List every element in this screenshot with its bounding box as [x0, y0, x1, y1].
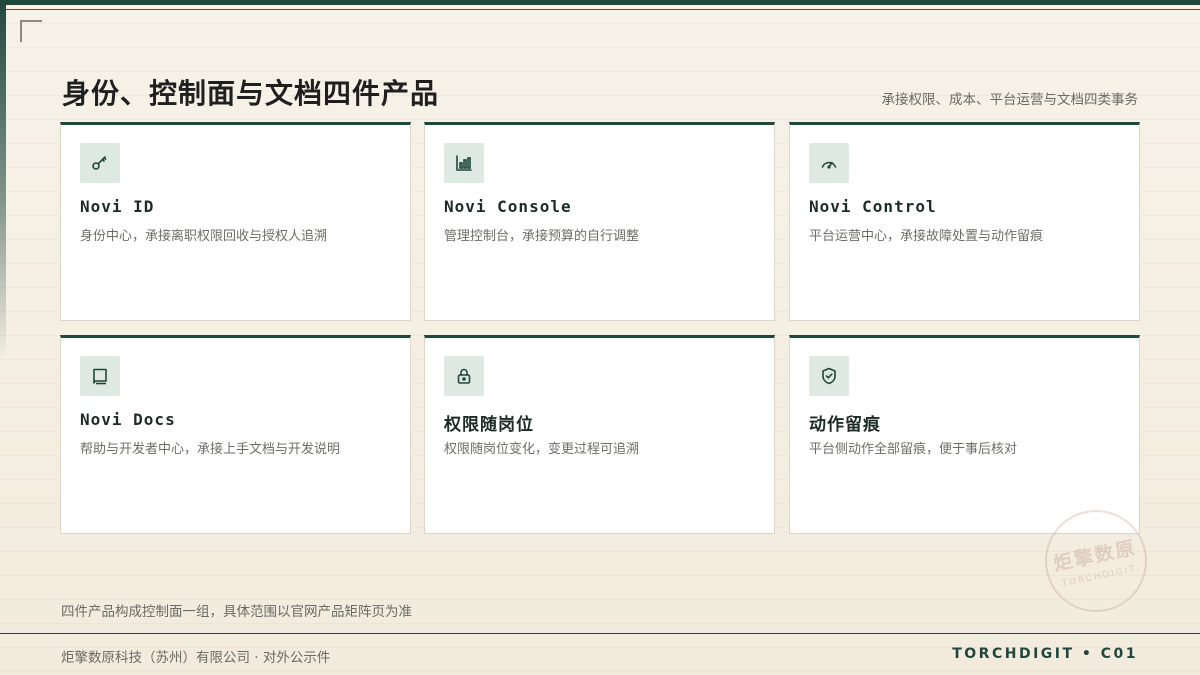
card-description: 平台侧动作全部留痕，便于事后核对 — [809, 442, 1018, 457]
footer-company: 炬擎数原科技（苏州）有限公司 · 对外公示件 — [61, 650, 331, 666]
card-description: 平台运营中心，承接故障处置与动作留痕 — [809, 229, 1044, 244]
corner-mark — [20, 20, 42, 42]
card-description: 权限随岗位变化，变更过程可追溯 — [444, 442, 640, 457]
shield-check-icon — [809, 356, 849, 396]
card-description: 管理控制台，承接预算的自行调整 — [444, 229, 640, 244]
left-accent-bar — [0, 0, 6, 360]
card-title: Novi ID — [80, 197, 155, 216]
key-icon — [80, 143, 120, 183]
product-card-novi-console: Novi Console 管理控制台，承接预算的自行调整 — [424, 122, 775, 321]
card-title: 权限随岗位 — [444, 415, 534, 435]
gauge-icon — [809, 143, 849, 183]
bar-chart-icon — [444, 143, 484, 183]
card-title: Novi Control — [809, 197, 937, 216]
card-description: 帮助与开发者中心，承接上手文档与开发说明 — [80, 442, 341, 457]
top-accent-bar — [0, 0, 1200, 5]
product-card-novi-control: Novi Control 平台运营中心，承接故障处置与动作留痕 — [789, 122, 1140, 321]
product-card-novi-docs: Novi Docs 帮助与开发者中心，承接上手文档与开发说明 — [60, 335, 411, 534]
product-card-novi-id: Novi ID 身份中心，承接离职权限回收与授权人追溯 — [60, 122, 411, 321]
card-title: 动作留痕 — [809, 415, 881, 435]
card-title: Novi Docs — [80, 410, 176, 429]
page-subtitle: 承接权限、成本、平台运营与文档四类事务 — [881, 92, 1139, 108]
card-description: 身份中心，承接离职权限回收与授权人追溯 — [80, 229, 328, 244]
feature-card-role-permissions: 权限随岗位 权限随岗位变化，变更过程可追溯 — [424, 335, 775, 534]
card-title: Novi Console — [444, 197, 572, 216]
footer-divider — [0, 633, 1200, 634]
page-title: 身份、控制面与文档四件产品 — [62, 77, 440, 110]
footer-code: TORCHDIGIT • C01 — [952, 646, 1138, 662]
feature-card-action-audit: 动作留痕 平台侧动作全部留痕，便于事后核对 — [789, 335, 1140, 534]
scope-note: 四件产品构成控制面一组，具体范围以官网产品矩阵页为准 — [61, 604, 412, 620]
lock-icon — [444, 356, 484, 396]
top-red-rule — [0, 9, 1200, 10]
book-icon — [80, 356, 120, 396]
